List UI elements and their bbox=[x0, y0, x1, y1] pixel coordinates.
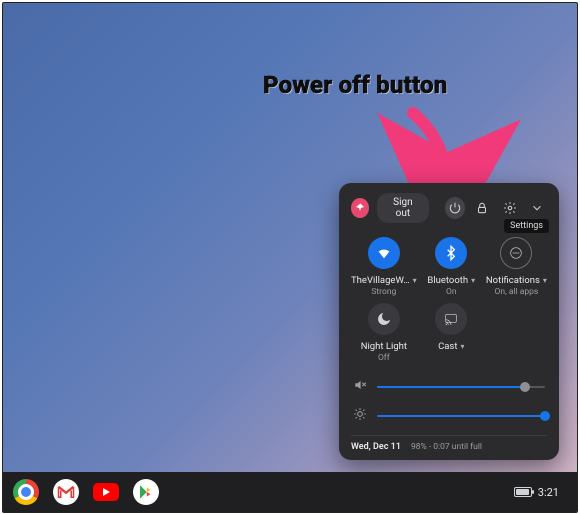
sliders-section bbox=[351, 377, 547, 425]
night-light-tile[interactable]: Night Light Off bbox=[351, 303, 417, 363]
chevron-down-icon: ▾ bbox=[471, 276, 475, 285]
annotation-label: Power off button bbox=[263, 71, 447, 99]
brightness-slider-row bbox=[353, 406, 545, 425]
shelf-clock: 3:21 bbox=[538, 486, 559, 499]
notifications-tile[interactable]: Notifications▾ On, all apps bbox=[486, 237, 547, 297]
cast-icon bbox=[435, 303, 467, 335]
brightness-icon[interactable] bbox=[353, 406, 367, 425]
battery-icon bbox=[514, 487, 532, 497]
notifications-label: Notifications bbox=[486, 275, 540, 286]
play-store-app-icon[interactable] bbox=[133, 479, 159, 505]
notifications-status: On, all apps bbox=[495, 287, 539, 297]
shelf-status-area[interactable]: 3:21 bbox=[506, 482, 567, 503]
shelf: 3:21 bbox=[3, 472, 577, 512]
night-light-label: Night Light bbox=[361, 341, 407, 352]
volume-slider-row bbox=[353, 377, 545, 396]
chevron-down-icon: ▾ bbox=[413, 276, 417, 285]
youtube-app-icon[interactable] bbox=[93, 483, 119, 501]
bluetooth-tile[interactable]: Bluetooth▾ On bbox=[421, 237, 482, 297]
chrome-app-icon[interactable] bbox=[13, 479, 39, 505]
wifi-status: Strong bbox=[371, 287, 396, 297]
settings-gear-icon[interactable] bbox=[500, 197, 519, 219]
power-icon[interactable] bbox=[445, 197, 464, 219]
wifi-tile[interactable]: TheVillageW…▾ Strong bbox=[351, 237, 417, 297]
panel-footer: Wed, Dec 11 98% - 0:07 until full bbox=[351, 435, 547, 452]
volume-mute-icon[interactable] bbox=[353, 377, 367, 396]
bluetooth-status: On bbox=[446, 287, 457, 297]
footer-battery-info: 98% - 0:07 until full bbox=[411, 442, 482, 452]
desktop-wallpaper: Power off button Sign out bbox=[2, 2, 578, 513]
shelf-app-icons bbox=[13, 479, 159, 505]
chevron-down-icon: ▾ bbox=[543, 276, 547, 285]
cast-label: Cast bbox=[438, 341, 457, 352]
wifi-icon bbox=[368, 237, 400, 269]
night-light-status: Off bbox=[378, 353, 390, 363]
gmail-app-icon[interactable] bbox=[53, 479, 79, 505]
sign-out-button[interactable]: Sign out bbox=[377, 193, 429, 223]
wifi-label: TheVillageW… bbox=[351, 275, 410, 286]
quick-settings-panel: Sign out Settings TheVillageW…▾ St bbox=[339, 183, 559, 460]
footer-date: Wed, Dec 11 bbox=[351, 442, 401, 452]
bluetooth-icon bbox=[435, 237, 467, 269]
brightness-slider[interactable] bbox=[377, 415, 545, 417]
lock-icon[interactable] bbox=[473, 197, 492, 219]
volume-slider[interactable] bbox=[377, 386, 545, 388]
cast-tile[interactable]: Cast▾ bbox=[421, 303, 482, 363]
collapse-icon[interactable] bbox=[528, 197, 547, 219]
night-light-icon bbox=[368, 303, 400, 335]
user-avatar[interactable] bbox=[351, 198, 369, 218]
quick-tiles-grid: TheVillageW…▾ Strong Bluetooth▾ On Notif… bbox=[351, 237, 547, 363]
do-not-disturb-icon bbox=[500, 237, 532, 269]
chevron-down-icon: ▾ bbox=[460, 342, 464, 351]
bluetooth-label: Bluetooth bbox=[427, 275, 468, 286]
settings-tooltip: Settings bbox=[504, 219, 549, 233]
